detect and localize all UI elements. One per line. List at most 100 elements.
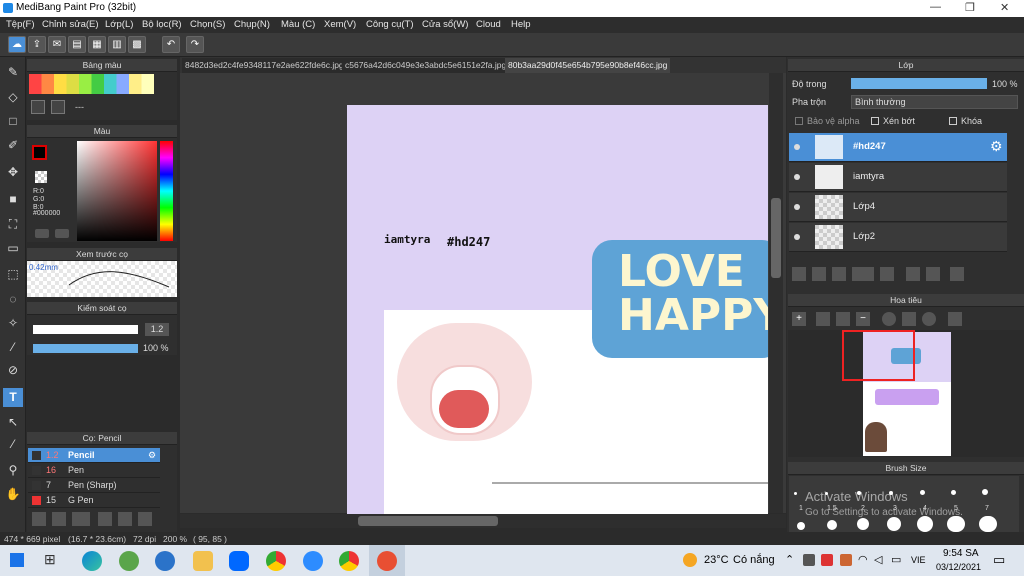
undo-icon[interactable]: ↶: [162, 36, 180, 53]
eyedropper-icon[interactable]: ⁄: [3, 435, 23, 454]
chat-icon[interactable]: ▤: [68, 36, 86, 53]
merge-layer-icon[interactable]: [926, 267, 940, 281]
new-layer-icon[interactable]: [792, 267, 806, 281]
menu-color[interactable]: Màu (C): [281, 19, 315, 30]
select-eraser-icon[interactable]: ⊘: [3, 361, 23, 380]
brush-item-pen[interactable]: 16 Pen: [28, 463, 160, 478]
chrome-icon-2[interactable]: [339, 551, 359, 571]
new-8bit-layer-icon[interactable]: [832, 267, 846, 281]
brush-item-g-pen[interactable]: 15 G Pen: [28, 493, 160, 508]
brush-item-pencil[interactable]: 1.2 Pencil ⚙: [28, 448, 160, 463]
duplicate-layer-icon[interactable]: [906, 267, 920, 281]
redo-icon[interactable]: ↷: [186, 36, 204, 53]
weather-temp[interactable]: 23°C: [704, 554, 729, 566]
clip-checkbox[interactable]: [871, 117, 879, 125]
battery-icon[interactable]: ▭: [891, 553, 901, 566]
color-option-icon[interactable]: [35, 229, 49, 238]
menu-tools[interactable]: Công cụ(T): [366, 19, 414, 30]
layer-row-iamtyra[interactable]: iamtyra: [789, 163, 1007, 192]
primary-color-swatch[interactable]: [32, 145, 47, 160]
flip-icon[interactable]: [948, 312, 962, 326]
tab-doc-1[interactable]: 8482d3ed2c4fe9348117e2ae622fde6c.jpg: [182, 58, 347, 73]
windows-start-icon[interactable]: [10, 553, 24, 567]
gradient-tool-icon[interactable]: ▭: [3, 239, 23, 258]
zoom-fit-icon[interactable]: [816, 312, 830, 326]
comment-icon[interactable]: ✉: [48, 36, 66, 53]
menu-layer[interactable]: Lớp(L): [105, 19, 133, 30]
grid-icon[interactable]: ▩: [128, 36, 146, 53]
zalo-icon[interactable]: [229, 551, 249, 571]
rectangle-tool-icon[interactable]: □: [3, 112, 23, 131]
new-halftone-layer-icon[interactable]: [812, 267, 826, 281]
file-explorer-icon[interactable]: [193, 551, 213, 571]
select-tool-icon[interactable]: ⬚: [3, 265, 23, 284]
copy-icon[interactable]: [138, 512, 152, 526]
brush-size-slider[interactable]: [33, 325, 138, 334]
clock-time[interactable]: 9:54 SA: [943, 548, 979, 559]
zoom-app-icon[interactable]: [303, 551, 323, 571]
tray-app-icon-2[interactable]: [840, 554, 852, 566]
maximize-button[interactable]: ❐: [965, 1, 975, 14]
gear-icon[interactable]: ⚙: [148, 448, 156, 463]
color-saturation-box[interactable]: [77, 141, 157, 241]
eraser-tool-icon[interactable]: ◇: [3, 88, 23, 107]
protect-alpha-checkbox[interactable]: [795, 117, 803, 125]
layer-add-menu-icon[interactable]: [852, 267, 874, 281]
folder-icon[interactable]: [118, 512, 132, 526]
palette-swatches[interactable]: [29, 74, 154, 94]
menu-edit[interactable]: Chỉnh sửa(E): [42, 19, 99, 30]
zoom-in-icon[interactable]: +: [792, 312, 806, 326]
brush-item-pen-sharp[interactable]: 7 Pen (Sharp): [28, 478, 160, 493]
volume-icon[interactable]: ◁: [874, 553, 882, 566]
horizontal-scroll-thumb[interactable]: [358, 516, 498, 526]
layer-row-hd247[interactable]: #hd247 ⚙: [789, 133, 1007, 162]
tray-app-icon[interactable]: [803, 554, 815, 566]
gear-icon[interactable]: ⚙: [990, 138, 1003, 155]
hue-slider[interactable]: [160, 141, 173, 241]
medibang-taskbar-button[interactable]: [369, 545, 405, 576]
blend-select[interactable]: Bình thường: [851, 95, 1018, 109]
color-mode-icon[interactable]: [55, 229, 69, 238]
tray-chevron-icon[interactable]: ⌃: [785, 553, 794, 566]
eye-icon[interactable]: [794, 144, 800, 150]
brush-doc-icon[interactable]: [98, 512, 112, 526]
operation-tool-icon[interactable]: ↖: [3, 413, 23, 432]
task-view-icon[interactable]: ⊞: [44, 551, 56, 568]
new-palette-icon[interactable]: [31, 100, 45, 114]
vertical-scrollbar[interactable]: [769, 73, 783, 513]
eye-icon[interactable]: [794, 234, 800, 240]
eye-icon[interactable]: [794, 204, 800, 210]
brush-size-grid[interactable]: 1 1.5 2 3 4 5 7: [789, 476, 1019, 532]
lock-checkbox[interactable]: [949, 117, 957, 125]
fit-window-icon[interactable]: [836, 312, 850, 326]
brush-size-value[interactable]: 1.2: [145, 323, 169, 336]
select-pen-icon[interactable]: ⁄: [3, 338, 23, 357]
chrome-icon[interactable]: [266, 551, 286, 571]
navigator-view[interactable]: [788, 330, 1024, 457]
wifi-icon[interactable]: ◠: [858, 553, 868, 566]
menu-file[interactable]: Tệp(F): [6, 19, 35, 30]
bucket-tool-icon[interactable]: ⛶: [3, 215, 23, 234]
cloud-icon[interactable]: ☁: [8, 36, 26, 53]
layer-opacity-slider[interactable]: [851, 78, 987, 89]
menu-capture[interactable]: Chụp(N): [234, 19, 270, 30]
text-tool-icon[interactable]: T: [3, 388, 23, 407]
brush-size-1[interactable]: 1: [799, 505, 803, 512]
document-icon[interactable]: ▦: [88, 36, 106, 53]
canvas-paper[interactable]: iamtyra #hd247 LOVE HAPPY: [347, 105, 768, 515]
panel-icon[interactable]: ▥: [108, 36, 126, 53]
dropper-icon[interactable]: ⚲: [3, 461, 23, 480]
transparent-swatch[interactable]: [35, 171, 47, 183]
edge-icon[interactable]: [82, 551, 102, 571]
new-brush-icon[interactable]: [52, 512, 66, 526]
trash-icon[interactable]: [51, 100, 65, 114]
app-icon-blue[interactable]: [155, 551, 175, 571]
magic-wand-icon[interactable]: ✧: [3, 314, 23, 333]
share-icon[interactable]: ⇪: [28, 36, 46, 53]
menu-filter[interactable]: Bộ lọc(R): [142, 19, 182, 30]
eye-icon[interactable]: [794, 174, 800, 180]
layer-row-lop2[interactable]: Lớp2: [789, 223, 1007, 252]
layer-row-lop4[interactable]: Lớp4: [789, 193, 1007, 222]
tray-v-icon[interactable]: [821, 554, 833, 566]
minimize-button[interactable]: —: [930, 1, 941, 13]
